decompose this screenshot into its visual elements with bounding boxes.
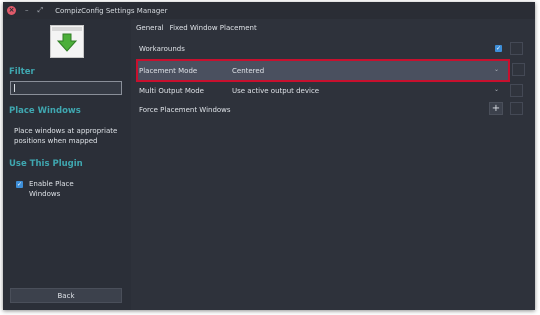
workarounds-label: Workarounds <box>139 44 185 53</box>
back-button[interactable]: Back <box>10 288 122 303</box>
filter-heading: Filter <box>9 67 35 77</box>
title-bar: × – ⤢ CompizConfig Settings Manager <box>3 2 535 19</box>
enable-plugin-row[interactable]: ✓ Enable Place Windows <box>16 180 89 199</box>
add-button[interactable]: + <box>489 102 503 115</box>
workarounds-row: Workarounds ✓ <box>135 41 508 56</box>
placement-mode-reset-button[interactable] <box>512 63 525 76</box>
placement-mode-row: Placement Mode Centered ⌄ <box>135 63 508 78</box>
maximize-icon[interactable]: ⤢ <box>38 7 44 14</box>
placement-mode-dropdown[interactable]: Centered ⌄ <box>230 64 506 77</box>
force-placement-row: Force Placement Windows <box>135 102 508 117</box>
filter-input[interactable] <box>10 81 122 95</box>
workarounds-checkbox[interactable]: ✓ <box>495 45 502 52</box>
force-placement-label: Force Placement Windows <box>139 105 231 114</box>
placement-mode-label: Placement Mode <box>139 66 198 75</box>
text-cursor <box>14 84 15 92</box>
multi-output-mode-dropdown[interactable]: Use active output device ⌄ <box>230 84 506 97</box>
multi-output-mode-label: Multi Output Mode <box>139 86 204 95</box>
window-title: CompizConfig Settings Manager <box>55 6 168 15</box>
multi-output-mode-row: Multi Output Mode Use active output devi… <box>135 83 508 98</box>
multi-output-mode-value: Use active output device <box>232 86 320 95</box>
close-icon[interactable]: × <box>7 6 16 15</box>
enable-plugin-label: Enable Place Windows <box>29 180 74 198</box>
tab-bar: General Fixed Window Placement <box>134 21 261 35</box>
green-down-arrow-icon <box>52 27 82 52</box>
placement-mode-value: Centered <box>232 66 265 75</box>
plugin-description: Place windows at appropriate positions w… <box>14 127 118 145</box>
enable-plugin-checkbox[interactable]: ✓ <box>16 181 23 188</box>
tab-fixed-window-placement[interactable]: Fixed Window Placement <box>168 24 259 32</box>
chevron-down-icon: ⌄ <box>493 86 499 93</box>
plugin-heading: Place Windows <box>9 106 81 116</box>
force-placement-reset-button[interactable] <box>510 102 523 115</box>
ccsm-window: × – ⤢ CompizConfig Settings Manager Filt… <box>3 2 535 310</box>
workarounds-reset-button[interactable] <box>510 42 523 55</box>
tab-general[interactable]: General <box>134 24 166 32</box>
sidebar: Filter Place Windows Place windows at ap… <box>3 19 131 310</box>
multi-output-mode-reset-button[interactable] <box>510 84 523 97</box>
use-plugin-heading: Use This Plugin <box>9 159 83 169</box>
place-windows-plugin-icon <box>50 25 84 58</box>
chevron-down-icon: ⌄ <box>493 66 499 73</box>
minimize-icon[interactable]: – <box>25 7 29 14</box>
